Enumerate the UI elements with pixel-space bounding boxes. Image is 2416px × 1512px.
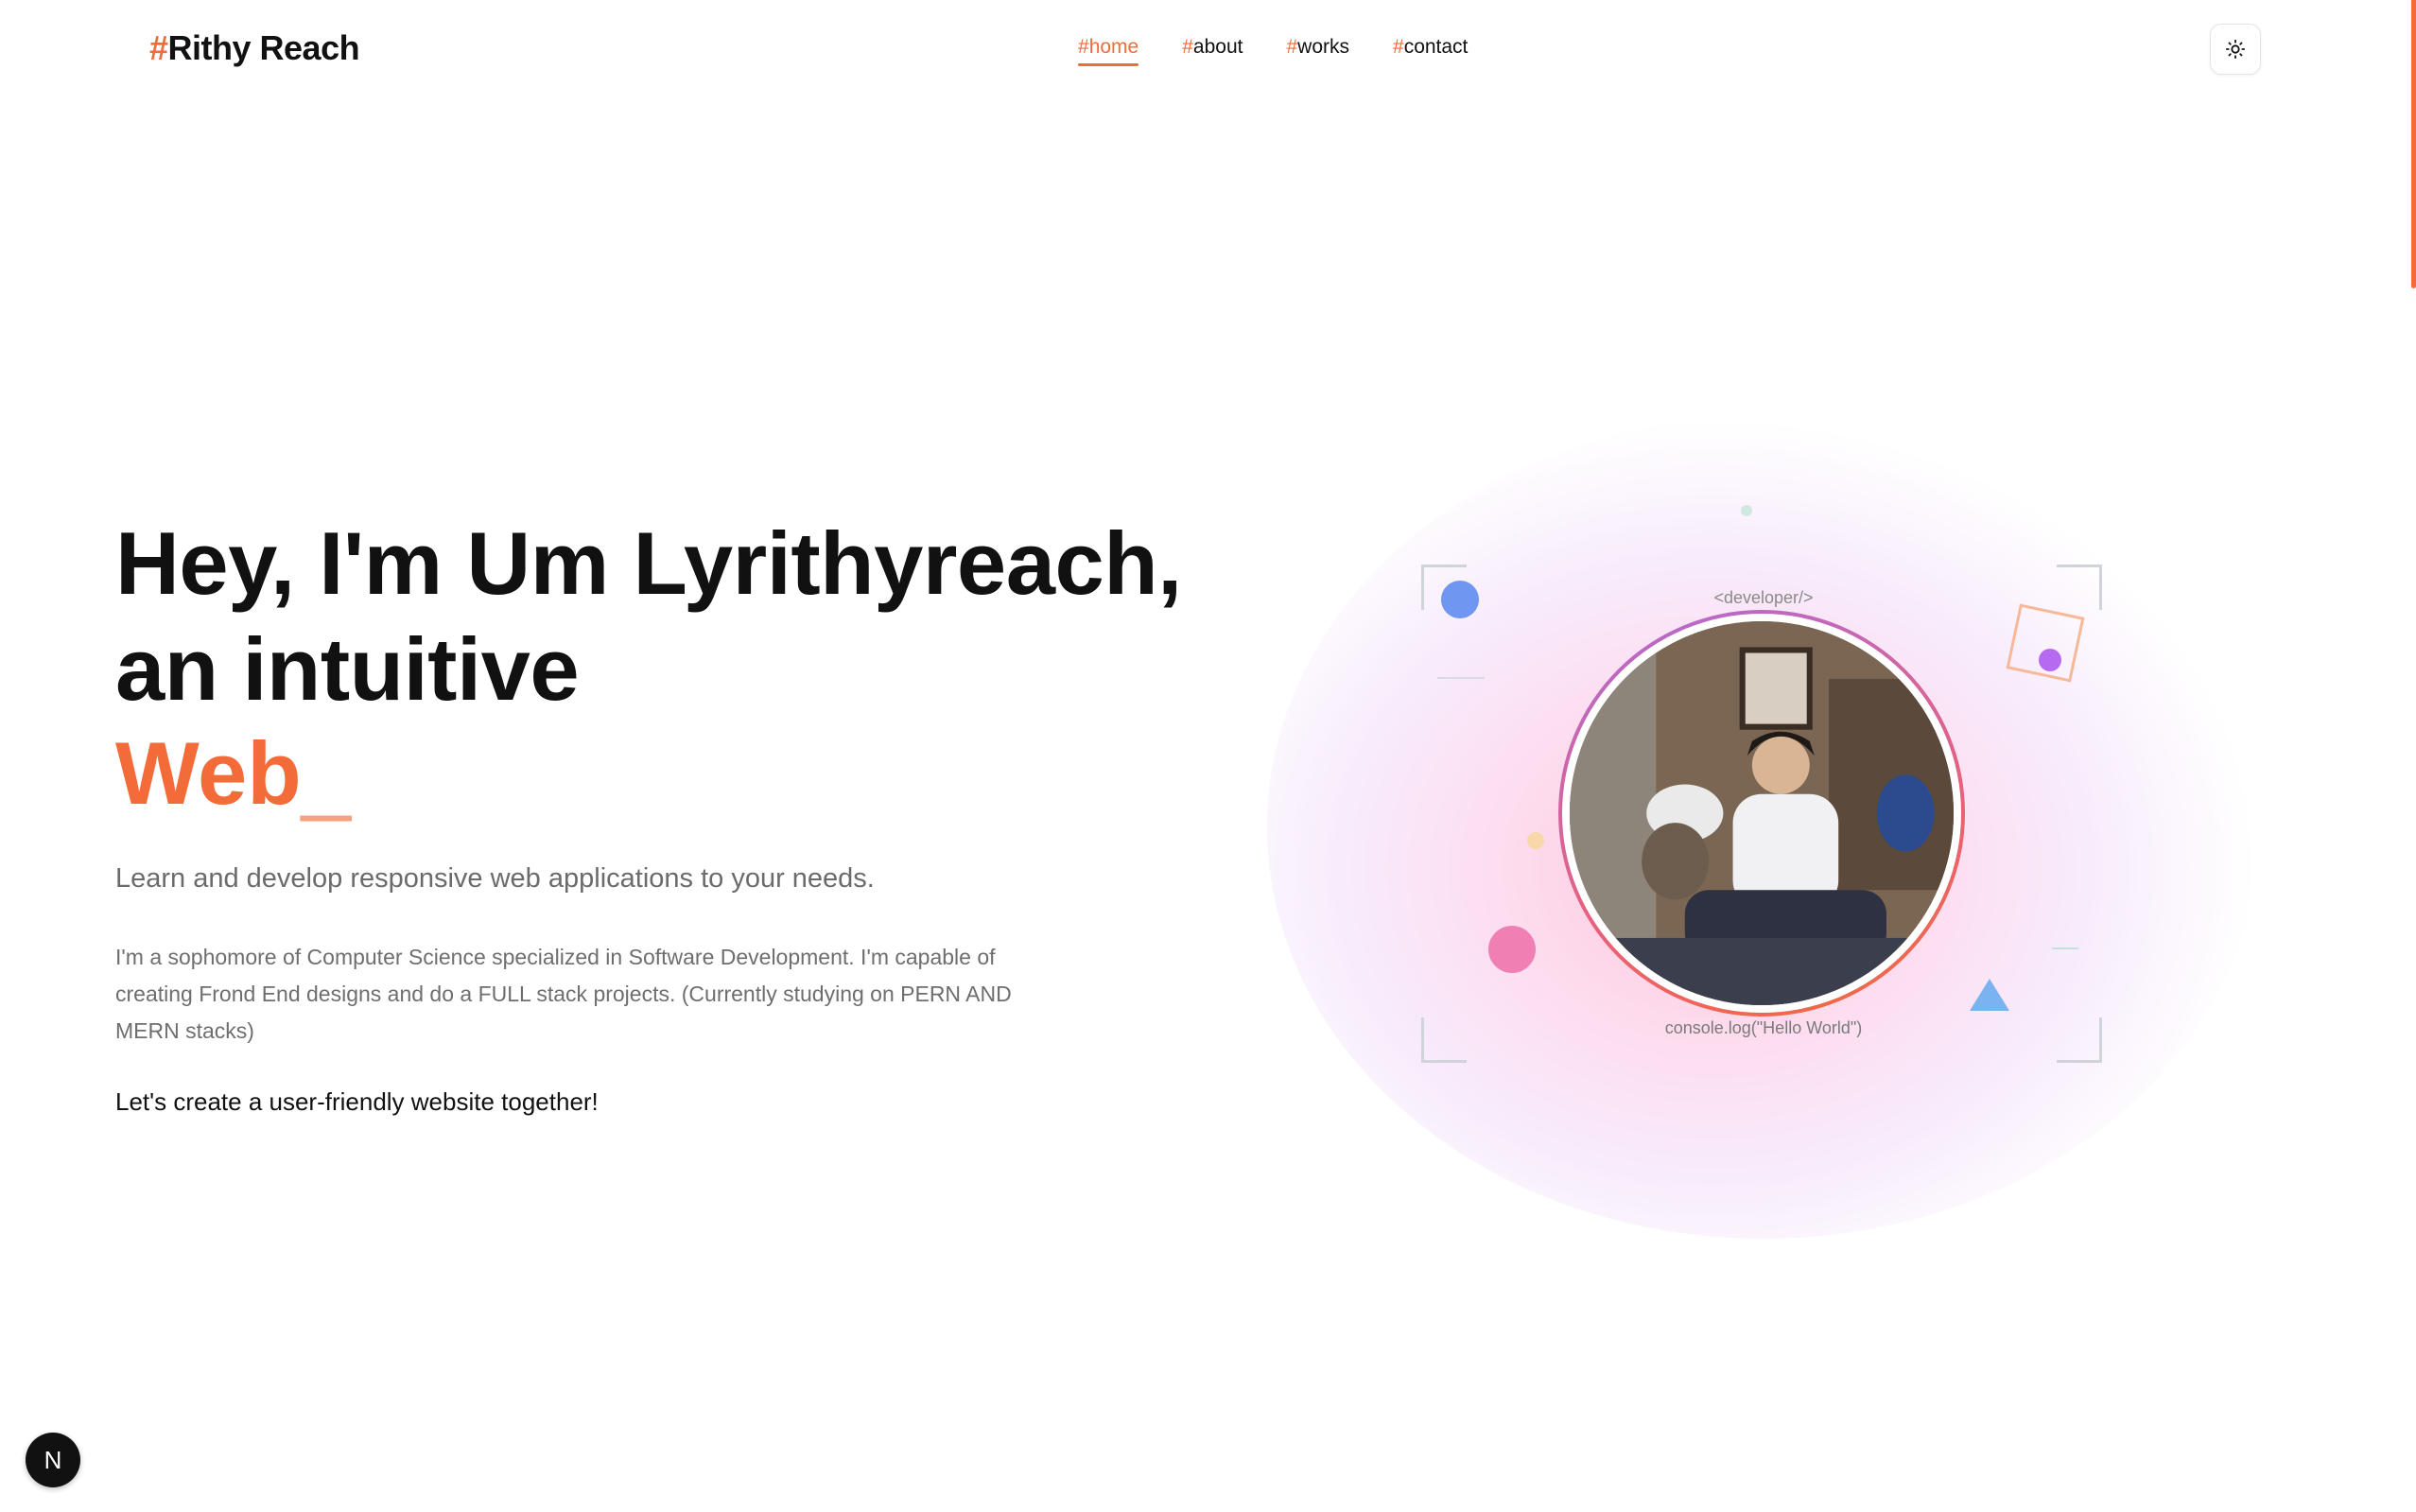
nav-hash: # — [1393, 36, 1404, 58]
console-tag: console.log("Hello World") — [1664, 1018, 1863, 1037]
nextjs-badge-button[interactable]: N — [26, 1433, 80, 1487]
decor-dot-yellow — [1527, 832, 1544, 849]
decor-dot — [1741, 505, 1752, 516]
nav-hash: # — [1078, 36, 1089, 58]
headline-line-2: an intuitive — [115, 619, 580, 719]
hero-cta: Let's create a user-friendly website tog… — [115, 1087, 599, 1116]
frame-corner-bottom-left — [1421, 1017, 1467, 1063]
brand-name: Rithy Reach — [167, 28, 360, 67]
decor-circle-pink — [1488, 926, 1536, 973]
developer-tag: <developer/> — [1713, 588, 1814, 607]
headline-line-1: Hey, I'm Um Lyrithyreach, — [115, 513, 1182, 613]
badge-letter: N — [43, 1445, 62, 1474]
hero-subtitle: Learn and develop responsive web applica… — [115, 863, 875, 894]
hero-bio: I'm a sophomore of Computer Science spec… — [115, 945, 1012, 1043]
brand-hash: # — [149, 28, 168, 67]
decor-dash — [2052, 947, 2078, 949]
nav-about[interactable]: #about — [1182, 36, 1243, 64]
decor-triangle — [1970, 979, 2009, 1011]
decor-circle-purple — [2039, 649, 2061, 671]
nav-label: about — [1192, 36, 1243, 58]
nav-contact[interactable]: #contact — [1393, 36, 1468, 64]
profile-photo — [1570, 621, 1954, 1005]
avatar — [1558, 610, 1965, 1017]
typed-role: Web_ — [115, 721, 351, 826]
typed-word: Web — [115, 723, 302, 823]
main-nav: #home #about #works #contact — [1078, 36, 1468, 66]
nav-label: works — [1297, 36, 1349, 58]
nav-home[interactable]: #home — [1078, 36, 1139, 66]
scroll-progress-bar — [2411, 0, 2416, 288]
nav-label: contact — [1403, 36, 1469, 58]
brand-logo[interactable]: #Rithy Reach — [149, 28, 360, 68]
nav-hash: # — [1182, 36, 1193, 58]
decor-circle-blue — [1441, 581, 1479, 618]
frame-corner-top-right — [2057, 565, 2102, 610]
hero-headline: Hey, I'm Um Lyrithyreach, an intuitive — [115, 511, 1297, 722]
nav-works[interactable]: #works — [1286, 36, 1349, 64]
typing-cursor: _ — [301, 723, 352, 823]
frame-corner-bottom-right — [2057, 1017, 2102, 1063]
nav-label: home — [1088, 36, 1139, 58]
sun-icon — [2225, 39, 2246, 60]
decor-dash — [1437, 677, 1485, 679]
theme-toggle-button[interactable] — [2210, 24, 2261, 75]
nav-hash: # — [1286, 36, 1298, 58]
